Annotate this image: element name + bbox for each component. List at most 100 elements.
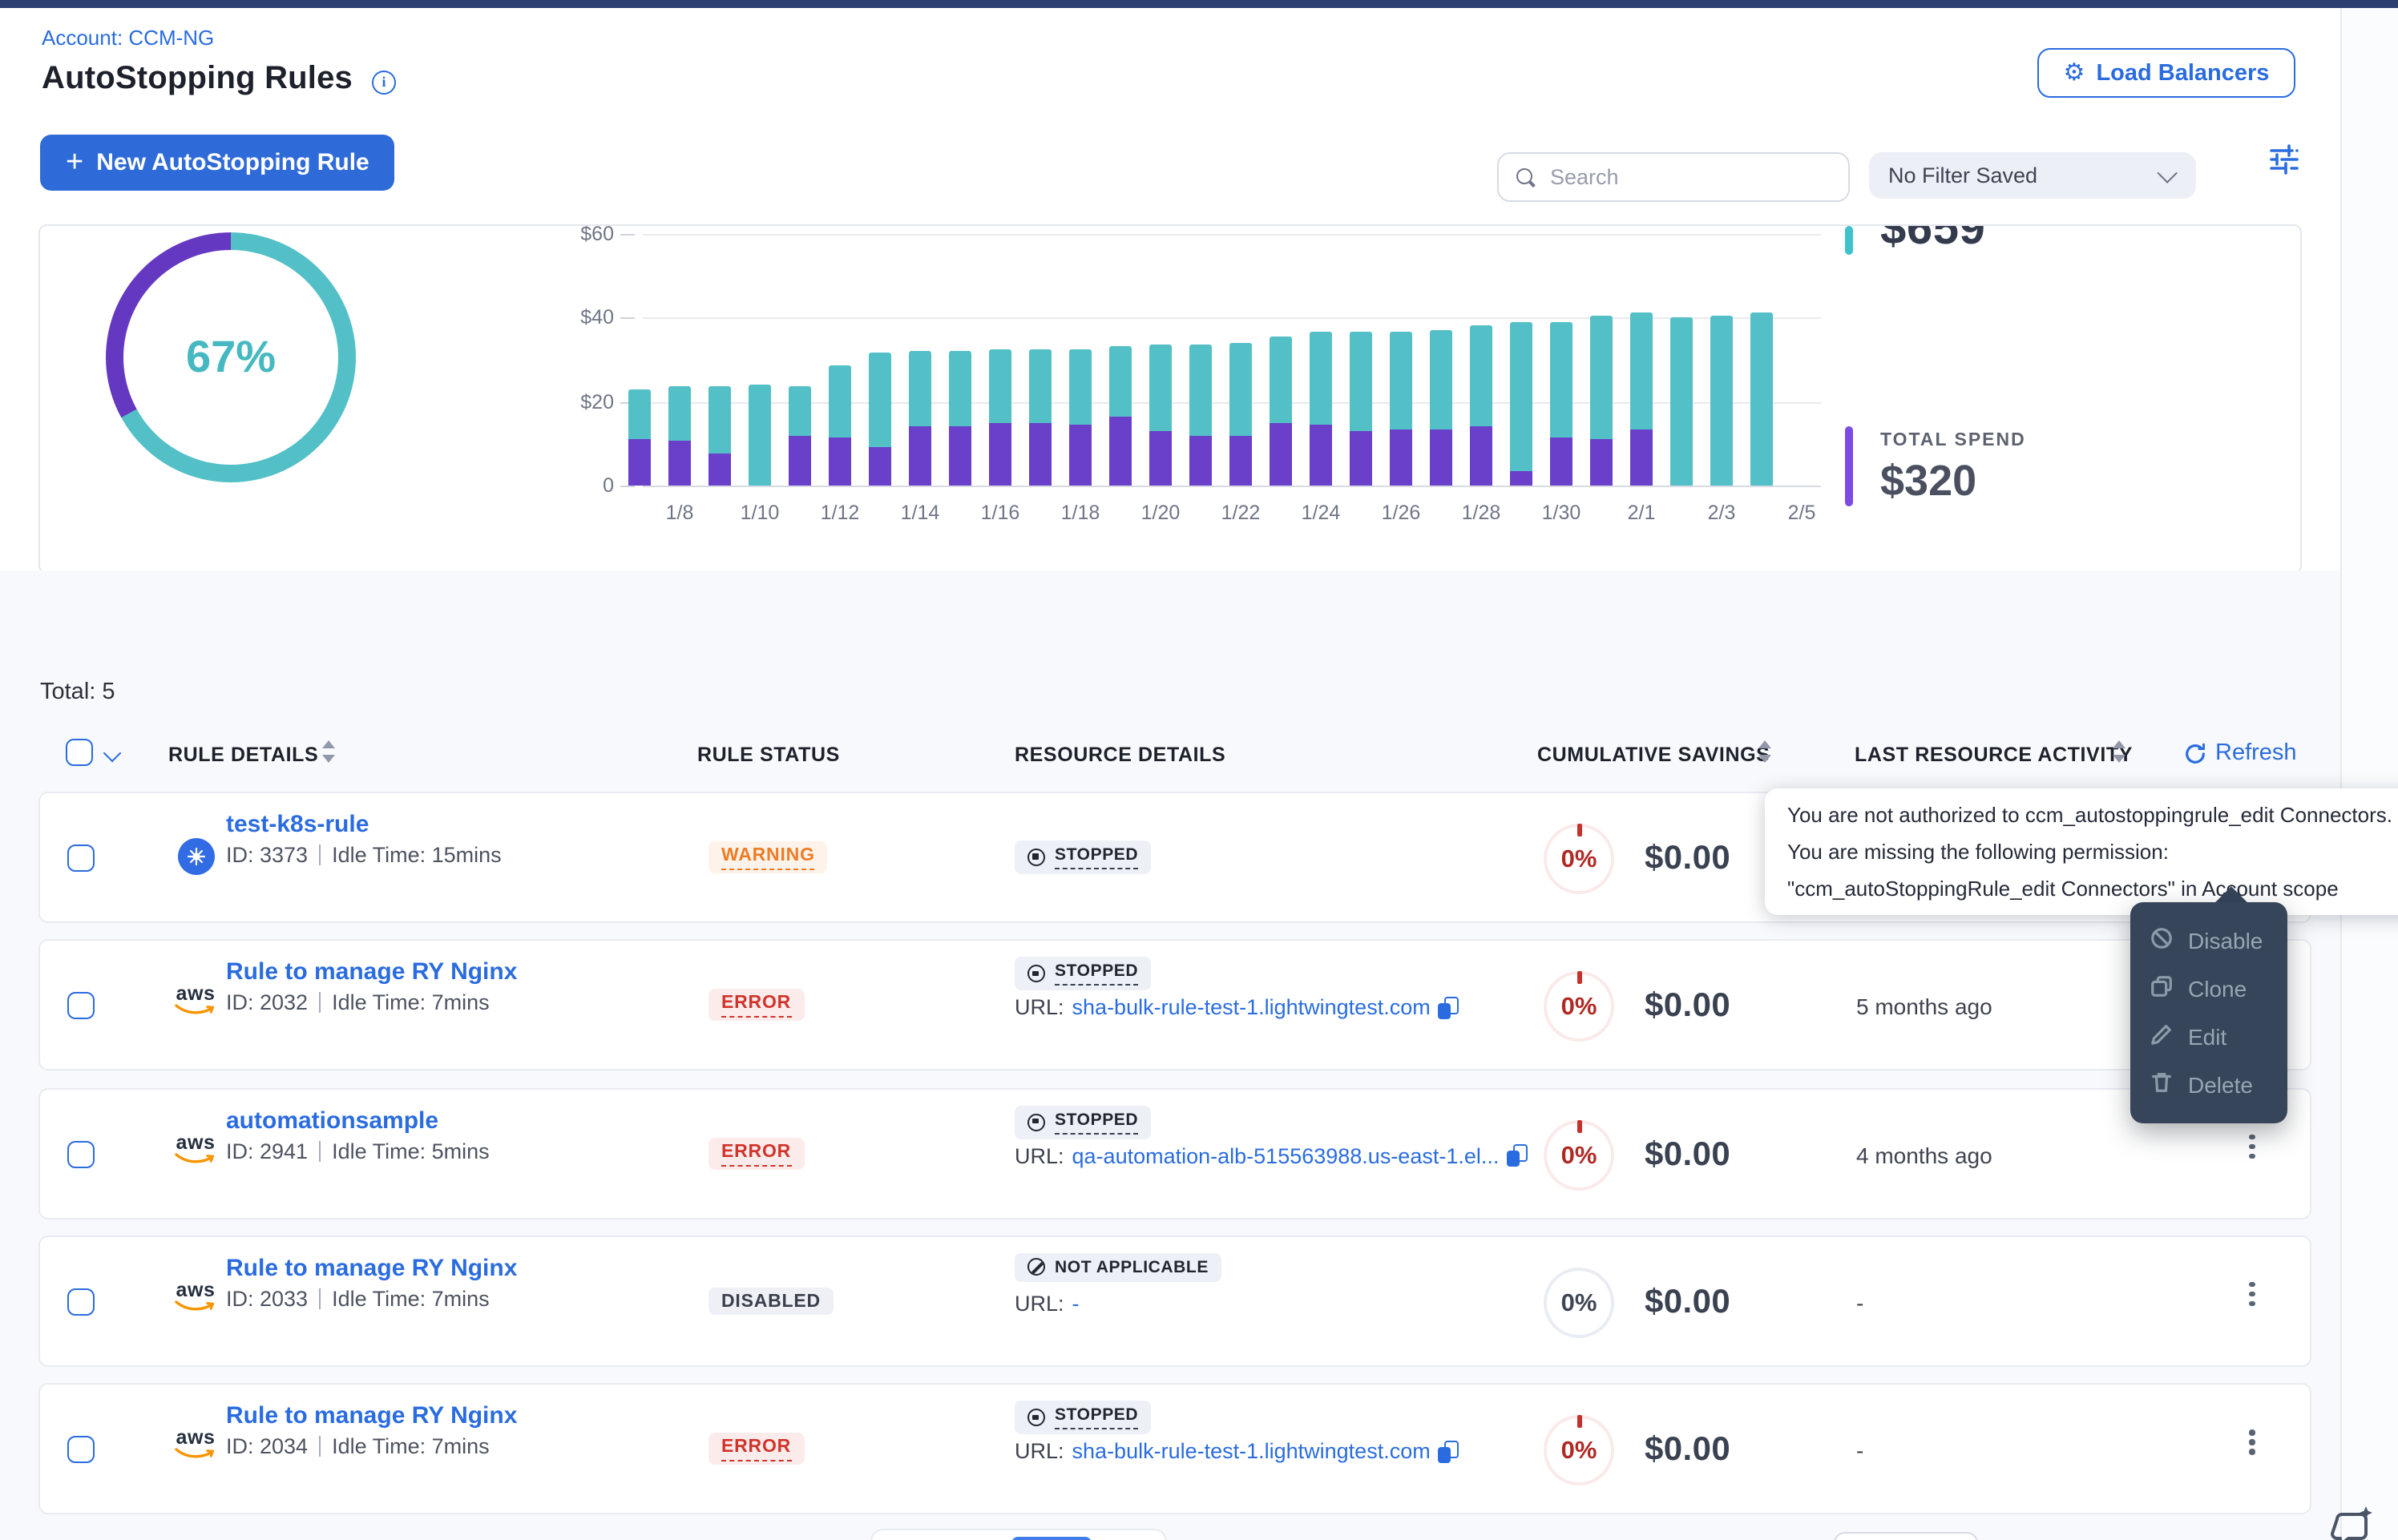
bar-savings[interactable] <box>1670 317 1693 486</box>
row-checkbox[interactable] <box>67 1140 95 1167</box>
menu-item-delete[interactable]: Delete <box>2130 1061 2287 1109</box>
bar-savings[interactable] <box>1510 321 1532 470</box>
menu-item-clone[interactable]: Clone <box>2130 965 2287 1013</box>
rule-status-badge[interactable]: DISABLED <box>708 1288 834 1315</box>
bar-savings[interactable] <box>1630 313 1653 429</box>
bar-spend[interactable] <box>1350 431 1372 486</box>
col-last-resource-activity[interactable]: LAST RESOURCE ACTIVITY <box>1855 744 2133 766</box>
copy-icon[interactable] <box>1507 1144 1528 1167</box>
rule-status-badge[interactable]: ERROR <box>708 990 804 1022</box>
resource-state-badge[interactable]: NOT APPLICABLE <box>1015 1253 1221 1282</box>
row-menu-button[interactable] <box>2243 1134 2262 1175</box>
menu-item-edit[interactable]: Edit <box>2130 1013 2287 1061</box>
bar-spend[interactable] <box>628 439 651 486</box>
rule-status-badge[interactable]: ERROR <box>708 1433 804 1465</box>
search-input[interactable] <box>1547 163 1848 191</box>
bar-savings[interactable] <box>1430 330 1452 429</box>
col-cumulative-savings[interactable]: CUMULATIVE SAVINGS <box>1537 744 1770 766</box>
resource-state-badge[interactable]: STOPPED <box>1015 957 1151 991</box>
bar-spend[interactable] <box>668 441 691 486</box>
select-all-checkbox[interactable] <box>66 739 93 766</box>
bar-spend[interactable] <box>829 437 851 486</box>
account-breadcrumb[interactable]: Account: CCM-NG <box>42 26 214 50</box>
bar-spend[interactable] <box>949 427 971 486</box>
bar-savings[interactable] <box>949 351 971 427</box>
filter-panel-icon[interactable] <box>2267 141 2302 176</box>
row-menu-button[interactable] <box>2243 1429 2262 1471</box>
bar-savings[interactable] <box>1310 332 1332 425</box>
pagination-page-size-button[interactable] <box>1834 1532 1978 1540</box>
rule-name-link[interactable]: Rule to manage RY Nginx <box>226 1402 517 1429</box>
row-checkbox[interactable] <box>67 845 95 872</box>
bar-spend[interactable] <box>1550 437 1572 486</box>
bar-savings[interactable] <box>789 387 811 435</box>
bar-savings[interactable] <box>1149 345 1172 431</box>
bar-spend[interactable] <box>1510 471 1532 486</box>
bar-spend[interactable] <box>1109 416 1132 486</box>
row-checkbox[interactable] <box>67 1436 95 1463</box>
rule-name-link[interactable]: Rule to manage RY Nginx <box>226 959 517 986</box>
bar-savings[interactable] <box>1750 313 1773 486</box>
bar-spend[interactable] <box>989 422 1011 486</box>
bar-savings[interactable] <box>668 387 691 441</box>
copy-icon[interactable] <box>1439 997 1459 1019</box>
bar-spend[interactable] <box>1470 427 1492 486</box>
bar-savings[interactable] <box>1350 332 1372 430</box>
bar-savings[interactable] <box>628 389 651 439</box>
bar-savings[interactable] <box>1390 332 1412 429</box>
bar-savings[interactable] <box>1189 345 1212 435</box>
search-box[interactable] <box>1497 152 1850 202</box>
bar-savings[interactable] <box>1069 349 1092 425</box>
bar-spend[interactable] <box>869 448 891 486</box>
bar-savings[interactable] <box>1029 349 1052 422</box>
resource-url-link[interactable]: - <box>1072 1292 1080 1316</box>
bar-savings[interactable] <box>829 365 851 437</box>
bar-savings[interactable] <box>1270 337 1292 423</box>
resource-state-badge[interactable]: STOPPED <box>1015 1401 1151 1434</box>
bar-spend[interactable] <box>708 454 731 486</box>
bar-spend[interactable] <box>1430 429 1452 486</box>
new-autostopping-rule-button[interactable]: + New AutoStopping Rule <box>40 135 395 191</box>
rule-status-badge[interactable]: WARNING <box>708 841 828 873</box>
rule-name-link[interactable]: Rule to manage RY Nginx <box>226 1255 517 1282</box>
saved-filter-dropdown[interactable]: No Filter Saved <box>1869 152 2196 199</box>
load-balancers-button[interactable]: ⚙ Load Balancers <box>2037 48 2295 98</box>
bar-spend[interactable] <box>1229 435 1252 486</box>
select-menu-chevron-icon[interactable] <box>103 744 122 763</box>
row-menu-button[interactable] <box>2243 1282 2262 1324</box>
bar-spend[interactable] <box>909 427 931 486</box>
pagination-active-page[interactable] <box>1011 1537 1092 1540</box>
bar-savings[interactable] <box>1109 347 1132 417</box>
rule-name-link[interactable]: automationsample <box>226 1107 438 1134</box>
bar-spend[interactable] <box>1069 425 1092 486</box>
col-rule-details[interactable]: RULE DETAILS <box>168 744 318 766</box>
bar-spend[interactable] <box>789 435 811 486</box>
row-checkbox[interactable] <box>67 993 95 1020</box>
bar-spend[interactable] <box>1189 435 1212 486</box>
row-checkbox[interactable] <box>67 1288 95 1316</box>
sort-cumulative-savings-icon[interactable] <box>1758 740 1771 763</box>
info-icon[interactable]: i <box>372 71 396 95</box>
bar-spend[interactable] <box>1029 422 1052 486</box>
resource-state-badge[interactable]: STOPPED <box>1015 1105 1151 1139</box>
rule-name-link[interactable]: test-k8s-rule <box>226 811 369 838</box>
resource-url-link[interactable]: qa-automation-alb-515563988.us-east-1.el… <box>1072 1143 1500 1167</box>
bar-savings[interactable] <box>989 349 1011 422</box>
help-chat-icon[interactable] <box>2324 1500 2376 1540</box>
bar-savings[interactable] <box>749 385 771 486</box>
bar-spend[interactable] <box>1630 429 1653 486</box>
resource-url-link[interactable]: sha-bulk-rule-test-1.lightwingtest.com <box>1072 1439 1431 1463</box>
bar-savings[interactable] <box>869 353 891 448</box>
resource-url-link[interactable]: sha-bulk-rule-test-1.lightwingtest.com <box>1072 996 1431 1020</box>
bar-savings[interactable] <box>1229 343 1252 436</box>
menu-item-disable[interactable]: Disable <box>2130 917 2287 965</box>
bar-savings[interactable] <box>708 387 731 454</box>
sort-last-activity-icon[interactable] <box>2113 740 2126 763</box>
refresh-button[interactable]: Refresh <box>2183 740 2297 766</box>
bar-spend[interactable] <box>1390 429 1412 486</box>
resource-state-badge[interactable]: STOPPED <box>1015 841 1151 874</box>
bar-savings[interactable] <box>1710 315 1733 486</box>
bar-savings[interactable] <box>1550 321 1572 437</box>
sort-rule-details-icon[interactable] <box>322 740 335 763</box>
bar-spend[interactable] <box>1149 431 1172 486</box>
